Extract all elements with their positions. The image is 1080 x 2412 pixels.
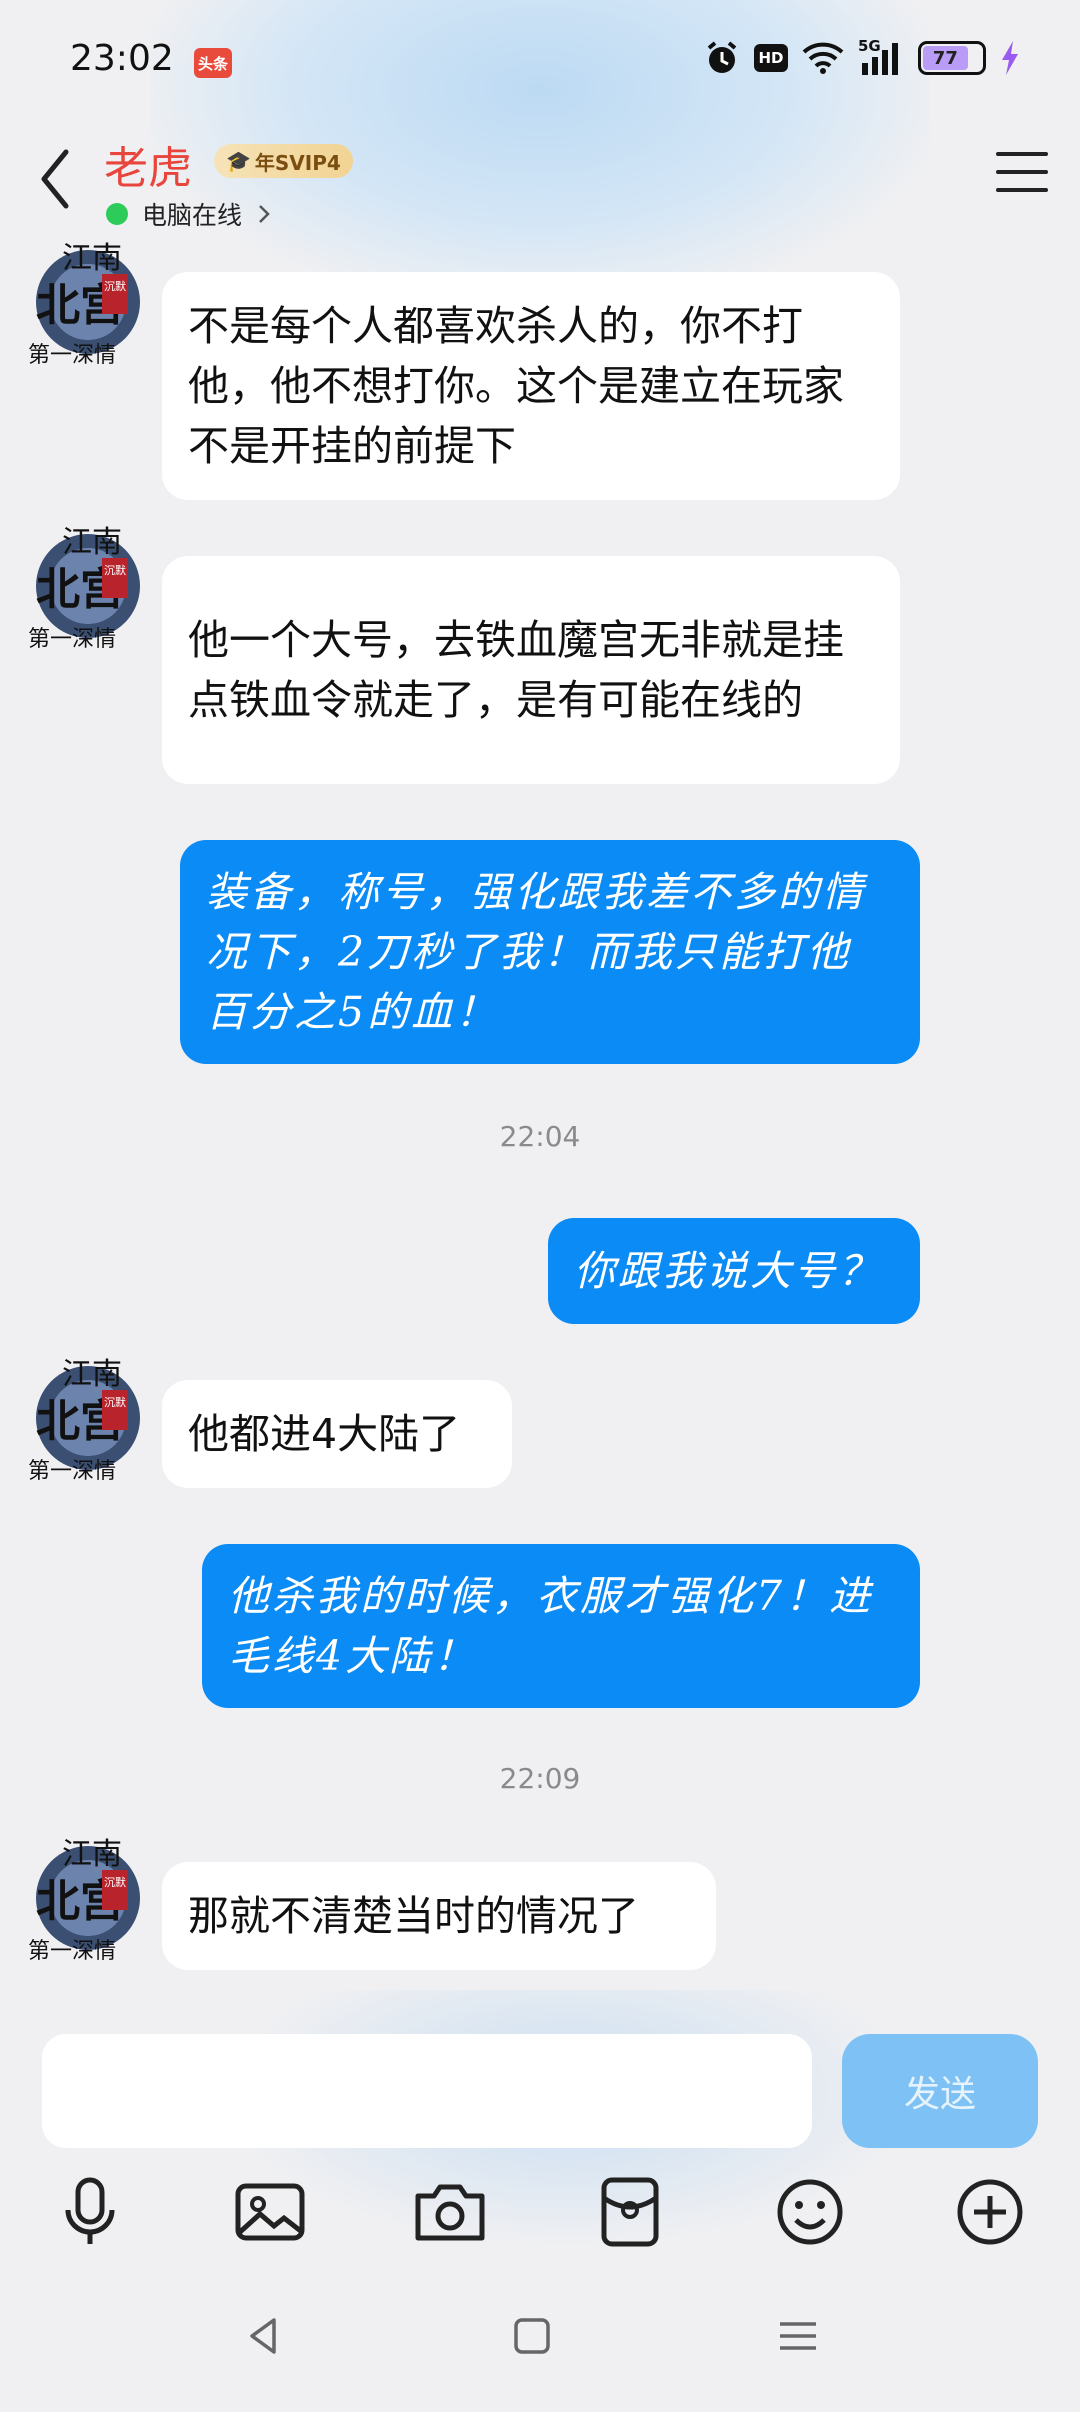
svg-text:沉默: 沉默 bbox=[104, 1876, 126, 1889]
back-arrow-icon[interactable] bbox=[36, 144, 96, 214]
charging-bolt-icon bbox=[1002, 41, 1018, 75]
message-bubble-incoming[interactable]: 他都进4大陆了 bbox=[162, 1380, 512, 1488]
message-text: 他杀我的时候，衣服才强化7！进毛线4大陆！ bbox=[228, 1572, 874, 1680]
send-button[interactable]: 发送 bbox=[842, 2034, 1038, 2148]
input-toolbar bbox=[0, 2172, 1080, 2272]
toutiao-notification-icon: 头条 bbox=[194, 48, 232, 78]
alarm-icon bbox=[707, 41, 737, 73]
nav-back-icon[interactable] bbox=[234, 2306, 294, 2366]
message-bubble-incoming[interactable]: 那就不清楚当时的情况了 bbox=[162, 1862, 716, 1970]
emoji-icon[interactable] bbox=[770, 2172, 850, 2252]
message-text: 装备，称号，强化跟我差不多的情况下，2刀秒了我！而我只能打他百分之5的血！ bbox=[206, 868, 866, 1036]
message-bubble-incoming[interactable]: 不是每个人都喜欢杀人的，你不打他，他不想打你。这个是建立在玩家不是开挂的前提下 bbox=[162, 272, 900, 500]
chat-header: 老虎 🎓 年SVIP4 电脑在线 bbox=[0, 124, 1080, 240]
message-text: 那就不清楚当时的情况了 bbox=[188, 1892, 639, 1940]
camera-icon[interactable] bbox=[410, 2172, 490, 2252]
message-text: 他一个大号，去铁血魔宫无非就是挂点铁血令就走了，是有可能在线的 bbox=[188, 616, 844, 724]
svg-text:江南: 江南 bbox=[62, 242, 122, 275]
online-dot-icon bbox=[106, 203, 128, 225]
battery-level: 77 bbox=[923, 46, 968, 70]
nav-recents-icon[interactable] bbox=[768, 2306, 828, 2366]
message-text: 他都进4大陆了 bbox=[188, 1410, 461, 1458]
svg-text:第一深情: 第一深情 bbox=[28, 1938, 116, 1963]
svg-text:江南: 江南 bbox=[62, 526, 122, 559]
hd-voice-icon: HD bbox=[754, 44, 788, 72]
vip-badge[interactable]: 🎓 年SVIP4 bbox=[214, 144, 353, 178]
message-bubble-outgoing[interactable]: 装备，称号，强化跟我差不多的情况下，2刀秒了我！而我只能打他百分之5的血！ bbox=[180, 840, 920, 1064]
contact-name[interactable]: 老虎 bbox=[104, 132, 192, 196]
status-bar: 23:02 头条 HD 5G 77 bbox=[0, 0, 1080, 124]
status-icons: HD 5G 77 bbox=[704, 37, 1020, 76]
avatar[interactable]: 江南 北宫 第一深情 沉默 bbox=[18, 230, 156, 368]
svg-text:第一深情: 第一深情 bbox=[28, 342, 116, 367]
plus-circle-icon[interactable] bbox=[950, 2172, 1030, 2252]
nav-home-icon[interactable] bbox=[502, 2306, 562, 2366]
menu-icon[interactable] bbox=[996, 152, 1048, 196]
avatar[interactable]: 江南 北宫 第一深情 沉默 bbox=[18, 514, 156, 652]
message-bubble-outgoing[interactable]: 你跟我说大号？ bbox=[548, 1218, 920, 1324]
cellular-signal-icon: 5G bbox=[858, 37, 904, 75]
svg-text:沉默: 沉默 bbox=[104, 280, 126, 293]
avatar[interactable]: 江南 北宫 第一深情 沉默 bbox=[18, 1826, 156, 1964]
red-packet-icon[interactable] bbox=[590, 2172, 670, 2252]
avatar[interactable]: 江南 北宫 第一深情 沉默 bbox=[18, 1346, 156, 1484]
svg-text:沉默: 沉默 bbox=[104, 1396, 126, 1409]
wifi-icon bbox=[802, 42, 844, 74]
message-input[interactable] bbox=[42, 2034, 812, 2148]
message-text: 不是每个人都喜欢杀人的，你不打他，他不想打你。这个是建立在玩家不是开挂的前提下 bbox=[188, 302, 844, 470]
message-bubble-outgoing[interactable]: 他杀我的时候，衣服才强化7！进毛线4大陆！ bbox=[202, 1544, 920, 1708]
presence-label: 电脑在线 bbox=[142, 201, 243, 230]
vip-hat-icon: 🎓 bbox=[226, 149, 251, 173]
svg-text:沉默: 沉默 bbox=[104, 564, 126, 577]
presence-status[interactable]: 电脑在线 bbox=[106, 196, 272, 232]
chevron-right-icon bbox=[259, 205, 270, 223]
message-text: 你跟我说大号？ bbox=[574, 1247, 882, 1295]
vip-badge-label: 年SVIP4 bbox=[254, 150, 341, 175]
microphone-icon[interactable] bbox=[50, 2172, 130, 2252]
message-timestamp: 22:09 bbox=[499, 1762, 581, 1795]
status-time: 23:02 bbox=[70, 38, 174, 79]
svg-text:江南: 江南 bbox=[62, 1838, 122, 1871]
message-timestamp: 22:04 bbox=[499, 1120, 581, 1153]
input-bar: 发送 bbox=[0, 2016, 1080, 2412]
system-nav-bar bbox=[0, 2306, 1080, 2386]
image-icon[interactable] bbox=[230, 2172, 310, 2252]
svg-text:第一深情: 第一深情 bbox=[28, 1458, 116, 1483]
svg-text:第一深情: 第一深情 bbox=[28, 626, 116, 651]
battery-icon: 77 bbox=[918, 41, 986, 75]
message-bubble-incoming[interactable]: 他一个大号，去铁血魔宫无非就是挂点铁血令就走了，是有可能在线的 bbox=[162, 556, 900, 784]
svg-text:江南: 江南 bbox=[62, 1358, 122, 1391]
